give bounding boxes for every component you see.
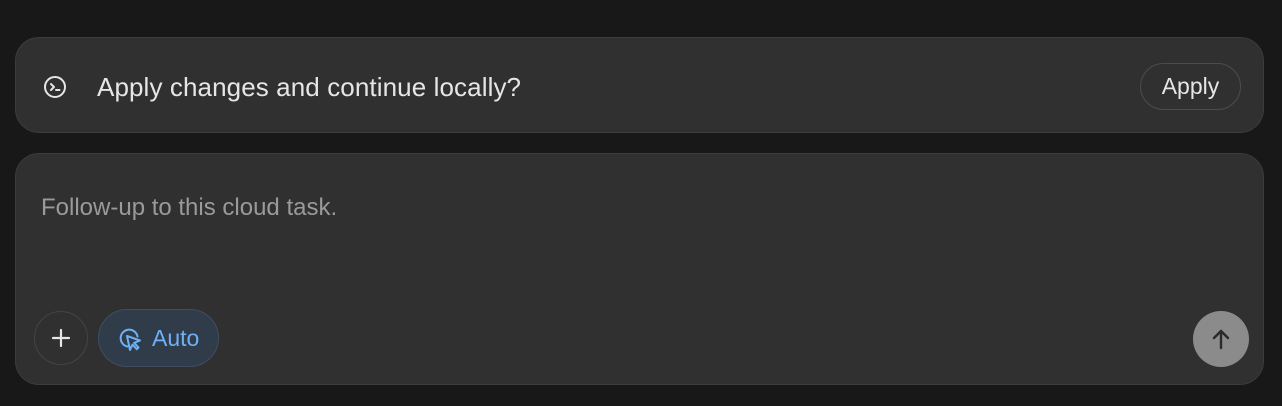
app-root: Apply changes and continue locally? Appl… — [0, 0, 1282, 406]
banner-message: Apply changes and continue locally? — [97, 72, 522, 102]
add-button[interactable] — [34, 311, 88, 365]
apply-changes-banner: Apply changes and continue locally? Appl… — [15, 37, 1264, 133]
terminal-icon — [44, 76, 66, 98]
plus-icon — [51, 328, 71, 348]
follow-up-input[interactable] — [41, 192, 1231, 224]
apply-button[interactable]: Apply — [1140, 63, 1241, 110]
mode-label: Auto — [152, 325, 200, 351]
send-button[interactable] — [1193, 311, 1249, 367]
cursor-click-icon — [119, 328, 141, 351]
arrow-up-icon — [1212, 329, 1230, 350]
follow-up-composer: Auto — [15, 153, 1264, 385]
mode-auto-button[interactable]: Auto — [98, 309, 219, 367]
